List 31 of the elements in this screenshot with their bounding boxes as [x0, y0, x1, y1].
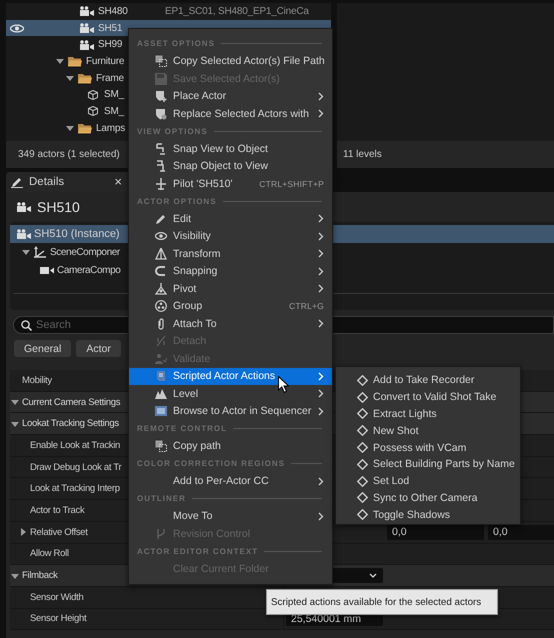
component-name: CameraCompo	[57, 264, 120, 276]
actor-title: SH510	[37, 199, 80, 215]
tab-label: Details	[29, 176, 64, 188]
property-label: Mobility	[22, 374, 52, 386]
actor-count: 349 actors (1 selected)	[18, 149, 120, 160]
tooltip: Scripted actions available for the selected actors	[266, 589, 498, 615]
actor-name: SM_	[104, 106, 124, 117]
actor-name: Lamps	[96, 122, 126, 134]
actor-name: SM_	[104, 89, 124, 100]
property-label: Relative Offset	[30, 526, 88, 538]
component-name: SceneComponer	[50, 246, 120, 258]
property-label: Sensor Width	[30, 592, 84, 603]
property-label: Enable Look at Trackin	[30, 440, 120, 451]
property-label: Allow Roll	[30, 548, 69, 560]
category-label: Lookat Tracking Settings	[22, 418, 119, 430]
shortcut-text: CTRL+G	[289, 301, 324, 312]
actor-name: Furniture	[86, 56, 124, 67]
category-label: Current Camera Settings	[22, 396, 120, 408]
shortcut-text: CTRL+SHIFT+P	[259, 178, 324, 189]
actor-name: SH99	[98, 39, 122, 50]
property-label: Look at Tracking Interp	[30, 483, 120, 494]
property-label: Sensor Height	[30, 613, 86, 624]
property-label: Draw Debug Look at Tr	[30, 462, 122, 473]
actor-type: EP1_SC01, SH480_EP1_CineCa	[165, 6, 309, 17]
actor-name: Frame	[96, 72, 124, 84]
component-name: SH510 (Instance)	[34, 228, 120, 240]
level-count: 11 levels	[343, 149, 382, 160]
actor-name: SH51	[98, 22, 122, 34]
property-label: Actor to Track	[30, 504, 84, 516]
actor-name: SH480	[98, 6, 128, 17]
category-label: Filmback	[22, 570, 58, 582]
